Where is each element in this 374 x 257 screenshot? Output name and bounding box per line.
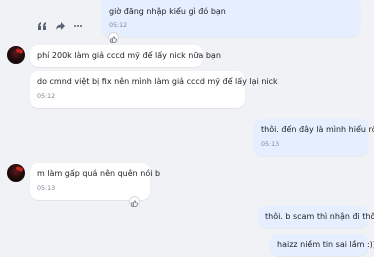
message-bubble-outgoing[interactable]: haizz niềm tin sai lầm :)))) xyxy=(270,234,374,256)
thumbs-up-icon xyxy=(131,192,138,211)
message-bubble-incoming[interactable]: phí 200k làm giả cccd mỹ để lấy nick nữa… xyxy=(30,45,221,67)
reaction-button[interactable] xyxy=(129,196,140,207)
message-text: do cmnd việt bị fix nên mình làm giả ccc… xyxy=(37,77,278,86)
message-bubble-outgoing[interactable]: thôi. b scam thì nhận đi thôi xyxy=(258,206,374,228)
message-text: giờ đăng nhập kiểu gì đó bạn xyxy=(109,7,226,16)
message-time: 05:12 xyxy=(109,22,128,29)
message-text: haizz niềm tin sai lầm :)))) xyxy=(277,240,374,249)
message-time: 05:13 xyxy=(37,185,56,192)
message-bubble-incoming[interactable]: do cmnd việt bị fix nên mình làm giả ccc… xyxy=(30,71,278,108)
message-bubble-outgoing[interactable]: giờ đăng nhập kiểu gì đó bạn 05:12 xyxy=(102,0,360,37)
message-text: thôi. b scam thì nhận đi thôi xyxy=(265,212,374,221)
message-actions-bar xyxy=(30,18,98,34)
message-text: m làm gấp quá nên quên nói b xyxy=(37,169,161,178)
message-text: thôi. đến đây là mình hiểu rồi xyxy=(261,125,374,134)
reaction-button[interactable] xyxy=(108,32,119,43)
more-icon[interactable] xyxy=(72,20,84,32)
contact-avatar[interactable] xyxy=(7,164,25,182)
forward-icon[interactable] xyxy=(54,20,66,32)
message-time: 05:12 xyxy=(37,93,56,100)
contact-avatar[interactable] xyxy=(7,46,25,64)
message-bubble-outgoing[interactable]: thôi. đến đây là mình hiểu rồi 05:13 xyxy=(254,119,374,156)
quote-icon[interactable] xyxy=(36,20,48,32)
message-time: 05:13 xyxy=(261,141,280,148)
message-text: phí 200k làm giả cccd mỹ để lấy nick nữa… xyxy=(37,51,221,60)
